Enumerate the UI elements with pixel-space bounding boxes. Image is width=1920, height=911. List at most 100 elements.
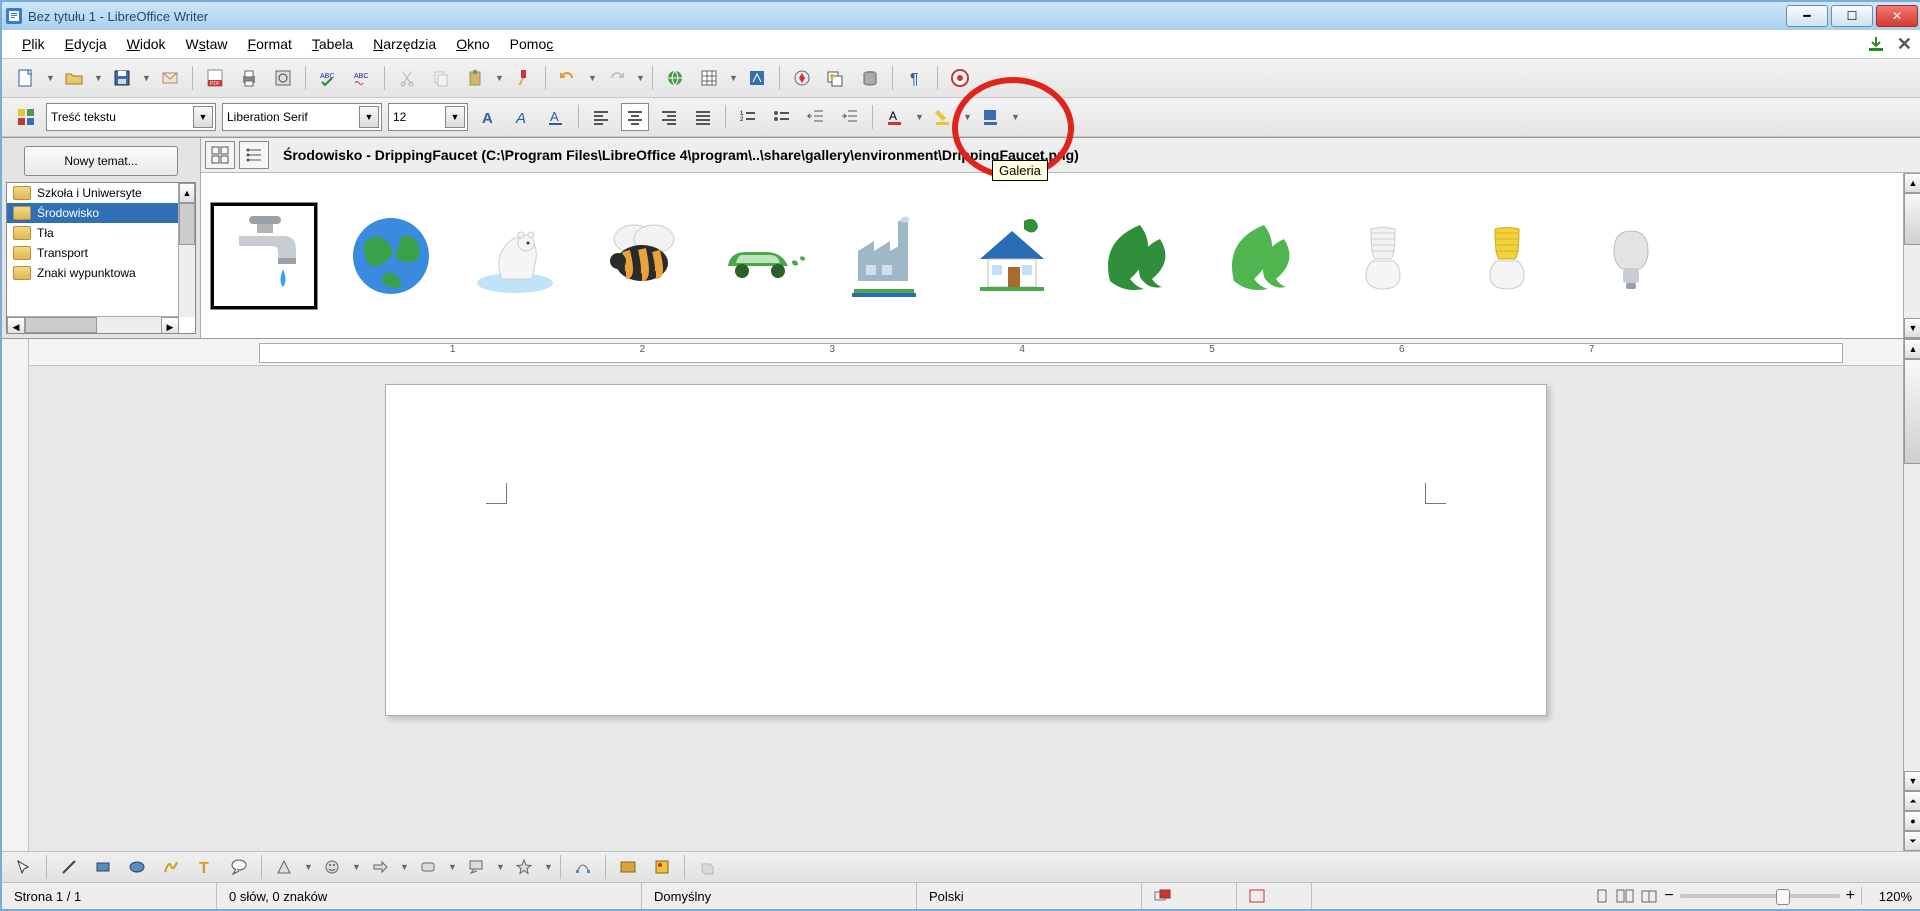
preview-button[interactable] [269, 64, 297, 92]
theme-item[interactable]: Szkoła i Uniwersyte [7, 183, 195, 203]
extrusion-tool[interactable] [693, 853, 721, 881]
paragraph-style-combo[interactable]: Treść tekstu▼ [46, 103, 216, 131]
page[interactable] [385, 384, 1547, 716]
font-color-button[interactable]: A [881, 103, 909, 131]
status-page[interactable]: Strona 1 / 1 [2, 883, 217, 909]
align-right-button[interactable] [655, 103, 683, 131]
select-tool[interactable] [10, 853, 38, 881]
datasources-button[interactable] [856, 64, 884, 92]
menu-edycja[interactable]: Edycja [55, 32, 117, 56]
menu-okno[interactable]: Okno [446, 32, 499, 56]
menu-tabela[interactable]: Tabela [302, 32, 363, 56]
maximize-button[interactable]: ☐ [1831, 5, 1873, 27]
menu-plik[interactable]: Plik [12, 32, 55, 56]
justify-button[interactable] [689, 103, 717, 131]
nav-ball-icon[interactable]: ● [1904, 811, 1920, 831]
thumb-ecocar[interactable] [713, 206, 813, 306]
autospell-button[interactable]: ABC [348, 64, 376, 92]
italic-button[interactable]: A [508, 103, 536, 131]
styles-button[interactable] [12, 103, 40, 131]
minimize-button[interactable]: ━ [1786, 5, 1828, 27]
zoom-out-button[interactable]: − [1664, 887, 1673, 905]
points-tool[interactable] [569, 853, 597, 881]
dropdown-icon[interactable]: ▼ [495, 73, 503, 83]
theme-item-selected[interactable]: Środowisko [7, 203, 195, 223]
thumb-bee[interactable] [589, 206, 689, 306]
dropdown-icon[interactable]: ▼ [588, 73, 596, 83]
open-button[interactable] [60, 64, 88, 92]
horizontal-ruler[interactable]: 1 2 3 4 5 6 7 [29, 339, 1903, 366]
copy-button[interactable] [427, 64, 455, 92]
line-tool[interactable] [55, 853, 83, 881]
dropdown-icon[interactable]: ▼ [142, 73, 150, 83]
document-scrollbar[interactable]: ▲▼ ⏶ ● ⏷ [1903, 339, 1920, 851]
print-button[interactable] [235, 64, 263, 92]
table-button[interactable] [695, 64, 723, 92]
status-words[interactable]: 0 słów, 0 znaków [217, 883, 642, 909]
document-close-button[interactable]: ✕ [1897, 34, 1912, 55]
fontwork-tool[interactable] [614, 853, 642, 881]
indent-dec-button[interactable] [802, 103, 830, 131]
status-language[interactable]: Polski [917, 883, 1142, 909]
document-background[interactable] [29, 366, 1903, 851]
callout-shapes-tool[interactable] [462, 853, 490, 881]
paste-button[interactable] [461, 64, 489, 92]
theme-hscrollbar[interactable]: ◀▶ [7, 316, 179, 333]
theme-item[interactable]: Transport [7, 243, 195, 263]
new-theme-button[interactable]: Nowy temat... [24, 146, 178, 176]
arrow-shapes-tool[interactable] [366, 853, 394, 881]
help-button[interactable] [946, 64, 974, 92]
thumb-faucet[interactable] [211, 203, 317, 309]
status-selection[interactable] [1237, 883, 1312, 909]
bold-button[interactable]: A [474, 103, 502, 131]
rect-tool[interactable] [89, 853, 117, 881]
undo-button[interactable] [554, 64, 582, 92]
status-style[interactable]: Domyślny [642, 883, 917, 909]
menu-widok[interactable]: Widok [117, 32, 176, 56]
theme-list[interactable]: Szkoła i Uniwersyte Środowisko Tła Trans… [6, 182, 196, 334]
status-insert[interactable] [1142, 883, 1237, 909]
save-button[interactable] [108, 64, 136, 92]
thumb-bulb-yellow[interactable] [1457, 206, 1557, 306]
nav-prev-icon[interactable]: ⏶ [1904, 791, 1920, 811]
nav-next-icon[interactable]: ⏷ [1904, 831, 1920, 851]
basic-shapes-tool[interactable] [270, 853, 298, 881]
export-pdf-button[interactable]: PDF [201, 64, 229, 92]
format-paintbrush-button[interactable] [509, 64, 537, 92]
callout-tool[interactable] [225, 853, 253, 881]
navigator-button[interactable] [788, 64, 816, 92]
hyperlink-button[interactable] [661, 64, 689, 92]
thumb-polarbear[interactable] [465, 206, 565, 306]
font-size-combo[interactable]: 12▼ [388, 103, 468, 131]
menu-format[interactable]: Format [238, 32, 302, 56]
new-doc-button[interactable] [12, 64, 40, 92]
view-single-icon[interactable] [1594, 888, 1610, 904]
bullet-list-button[interactable] [768, 103, 796, 131]
show-draw-button[interactable] [743, 64, 771, 92]
zoom-value[interactable]: 120% [1868, 889, 1912, 904]
align-left-button[interactable] [587, 103, 615, 131]
thumb-bulb-grey[interactable] [1581, 206, 1681, 306]
menu-wstaw[interactable]: Wstaw [176, 32, 238, 56]
thumb-earth[interactable] [341, 206, 441, 306]
star-shapes-tool[interactable] [510, 853, 538, 881]
symbol-shapes-tool[interactable] [318, 853, 346, 881]
gallery-scrollbar[interactable]: ▲▼ [1903, 173, 1920, 338]
vertical-ruler[interactable] [2, 339, 29, 851]
theme-item[interactable]: Znaki wypunktowa [7, 263, 195, 283]
indent-inc-button[interactable] [836, 103, 864, 131]
download-icon[interactable] [1867, 35, 1885, 53]
dropdown-icon[interactable]: ▼ [915, 112, 923, 122]
thumb-leaves-light[interactable] [1209, 206, 1309, 306]
thumb-bulb-white[interactable] [1333, 206, 1433, 306]
theme-scrollbar[interactable]: ▲ [178, 183, 195, 317]
detail-view-button[interactable] [239, 141, 269, 169]
zoom-in-button[interactable]: + [1846, 887, 1855, 905]
flowchart-tool[interactable] [414, 853, 442, 881]
theme-item[interactable]: Tła [7, 223, 195, 243]
dropdown-icon[interactable]: ▼ [46, 73, 54, 83]
ellipse-tool[interactable] [123, 853, 151, 881]
view-book-icon[interactable] [1640, 888, 1658, 904]
dropdown-icon[interactable]: ▼ [94, 73, 102, 83]
gallery-button[interactable] [822, 64, 850, 92]
